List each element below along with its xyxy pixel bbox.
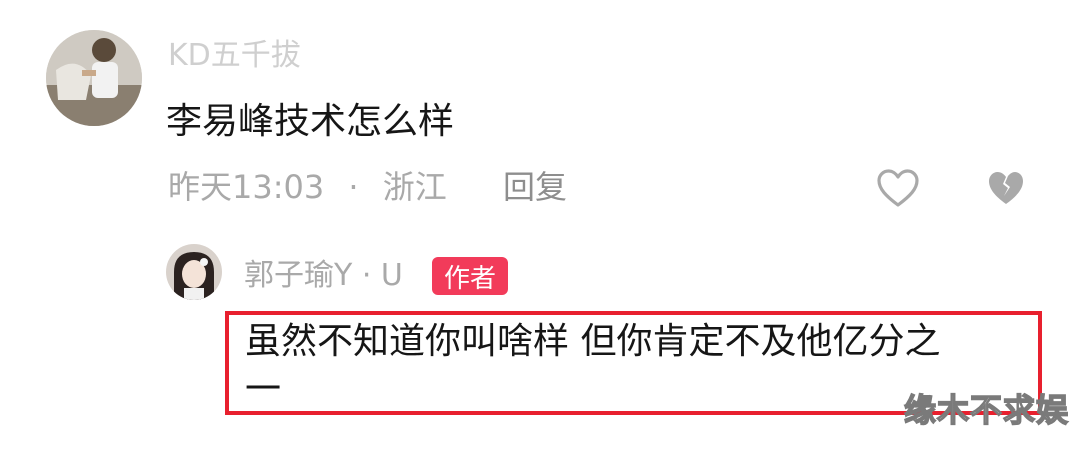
commenter-username[interactable]: KD五千拔 [168, 36, 301, 76]
commenter-avatar[interactable] [46, 30, 142, 126]
reply-button[interactable]: 回复 [503, 168, 567, 206]
comment-time: 昨天13:03 [168, 168, 325, 206]
comment-text: 李易峰技术怎么样 [166, 101, 455, 142]
comment-location: 浙江 [382, 168, 447, 206]
meta-separator: · [348, 168, 359, 206]
comment-meta: 昨天13:03 · 浙江 回复 [168, 166, 567, 208]
author-badge: 作者 [432, 257, 508, 295]
watermark: 缘木不求娱 [903, 390, 1070, 429]
heart-icon[interactable] [874, 164, 922, 212]
author-username[interactable]: 郭子瑜Y · U [244, 256, 403, 296]
broken-heart-icon[interactable] [984, 166, 1028, 210]
author-avatar[interactable] [166, 244, 222, 300]
reply-text-line-1: 虽然不知道你叫啥样 但你肯定不及他亿分之 [245, 321, 941, 362]
reply-text-line-2: 一 [245, 369, 282, 410]
